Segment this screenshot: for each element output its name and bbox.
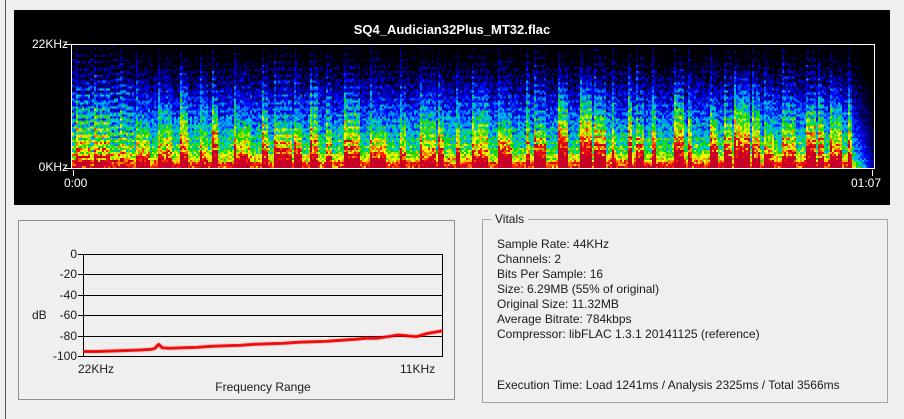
y-tick-label: -100 <box>35 349 77 363</box>
frequency-response-canvas <box>83 254 443 357</box>
file-title: SQ4_Audician32Plus_MT32.flac <box>14 22 890 37</box>
x-axis-title: Frequency Range <box>83 380 443 394</box>
time-end-label: 01:07 <box>826 176 881 190</box>
vitals-info: Sample Rate: 44KHz Channels: 2 Bits Per … <box>497 237 760 342</box>
vitals-line-channels: Channels: 2 <box>497 252 760 267</box>
y-tick-label: -20 <box>35 267 77 281</box>
freq-bottom-tick <box>64 168 71 169</box>
freq-top-label: 22KHz <box>26 37 68 51</box>
y-tick-label: -60 <box>35 308 77 322</box>
x-tick-label-left: 22KHz <box>78 362 114 376</box>
vitals-line-original-size: Original Size: 11.32MB <box>497 297 760 312</box>
y-tick-label: -40 <box>35 288 77 302</box>
vitals-line-bitrate: Average Bitrate: 784kbps <box>497 312 760 327</box>
freq-bottom-label: 0KHz <box>26 160 68 174</box>
time-start-label: 0:00 <box>64 176 87 190</box>
vitals-line-size: Size: 6.29MB (55% of original) <box>497 282 760 297</box>
y-tick-label: -80 <box>35 329 77 343</box>
vitals-line-sample-rate: Sample Rate: 44KHz <box>497 237 760 252</box>
window-frame-line <box>5 0 6 419</box>
spectrogram-box <box>71 44 875 169</box>
spectrogram-panel: SQ4_Audician32Plus_MT32.flac 22KHz 0KHz … <box>14 10 890 205</box>
spectrogram-canvas <box>72 45 874 168</box>
vitals-line-bits: Bits Per Sample: 16 <box>497 267 760 282</box>
execution-time: Execution Time: Load 1241ms / Analysis 2… <box>497 378 840 392</box>
vitals-groupbox: Vitals Sample Rate: 44KHz Channels: 2 Bi… <box>482 219 888 403</box>
vitals-title: Vitals <box>491 212 528 226</box>
freq-top-tick <box>64 44 71 45</box>
y-tick-label: 0 <box>35 247 77 261</box>
x-tick-label-right: 11KHz <box>400 362 435 376</box>
vitals-line-compressor: Compressor: libFLAC 1.3.1 20141125 (refe… <box>497 327 760 342</box>
frequency-response-panel: dB 0 -20 -40 -60 -80 -100 22KHz 11KHz Fr… <box>18 220 455 400</box>
